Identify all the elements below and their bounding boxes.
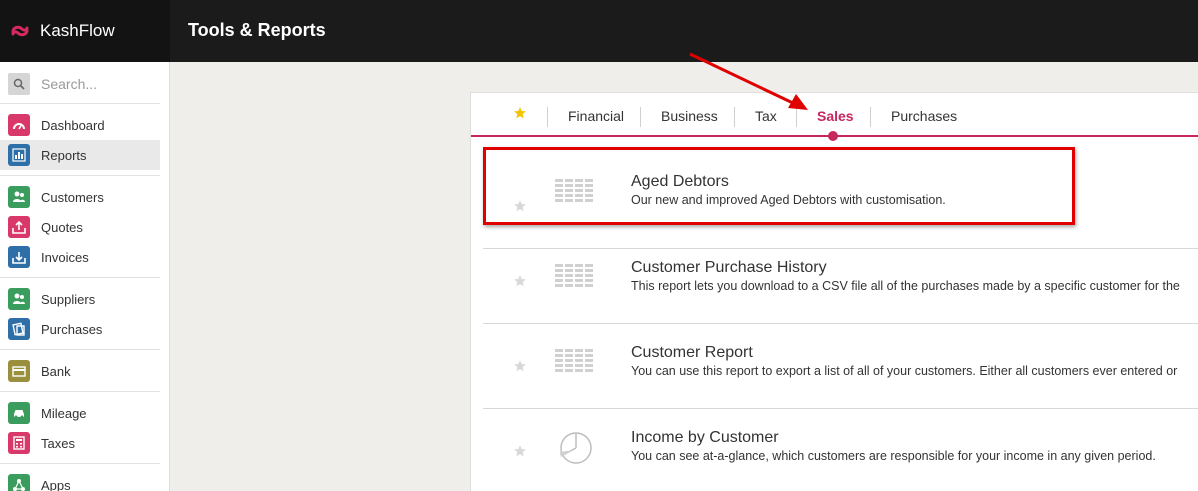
sidebar-divider — [0, 349, 160, 350]
tab-divider — [870, 107, 871, 127]
sidebar-item-label: Bank — [41, 363, 71, 379]
report-description: Our new and improved Aged Debtors with c… — [631, 193, 946, 207]
sidebar-item-label: Dashboard — [41, 117, 105, 133]
report-title: Customer Purchase History — [631, 259, 827, 276]
tab-divider — [734, 107, 735, 127]
active-tab-indicator — [828, 131, 838, 141]
car-icon — [8, 402, 30, 424]
calculator-icon — [8, 432, 30, 454]
favorites-star-icon[interactable] — [513, 106, 527, 120]
favorite-star-icon[interactable] — [513, 444, 527, 458]
sidebar-item-dashboard[interactable]: Dashboard — [0, 110, 160, 140]
report-description: This report lets you download to a CSV f… — [631, 279, 1180, 293]
sidebar-item-customers[interactable]: Customers — [0, 182, 160, 212]
sidebar-divider — [0, 463, 160, 464]
top-bar: KashFlow Tools & Reports — [0, 0, 1198, 62]
apps-network-icon — [8, 474, 30, 491]
sidebar-divider — [0, 391, 160, 392]
tab-financial[interactable]: Financial — [568, 108, 624, 124]
sidebar-item-label: Taxes — [41, 435, 75, 451]
report-row-customer-report[interactable]: Customer Report You can use this report … — [483, 325, 1198, 409]
favorite-star-icon[interactable] — [513, 199, 527, 213]
report-row-income-by-customer[interactable]: Income by Customer You can see at-a-glan… — [483, 410, 1198, 491]
sidebar-item-quotes[interactable]: Quotes — [0, 212, 160, 242]
tab-divider — [796, 107, 797, 127]
tray-download-icon — [8, 246, 30, 268]
sidebar: Dashboard Reports Customers Quotes Invoi… — [0, 62, 170, 491]
sidebar-divider — [0, 175, 160, 176]
sidebar-item-apps[interactable]: Apps — [0, 470, 160, 491]
page-title: Tools & Reports — [188, 20, 326, 40]
sidebar-item-reports[interactable]: Reports — [0, 140, 160, 170]
tab-divider — [640, 107, 641, 127]
sidebar-item-label: Apps — [41, 477, 71, 491]
report-title: Customer Report — [631, 344, 753, 361]
sidebar-divider — [0, 103, 160, 104]
sidebar-item-label: Mileage — [41, 405, 87, 421]
report-description: You can see at-a-glance, which customers… — [631, 449, 1156, 463]
table-icon — [555, 349, 593, 372]
sidebar-item-purchases[interactable]: Purchases — [0, 314, 160, 344]
favorite-star-icon[interactable] — [513, 274, 527, 288]
users-icon — [8, 288, 30, 310]
sidebar-divider — [0, 277, 160, 278]
dashboard-gauge-icon — [8, 114, 30, 136]
report-title: Income by Customer — [631, 429, 779, 446]
tab-business[interactable]: Business — [661, 108, 718, 124]
sidebar-item-label: Quotes — [41, 219, 83, 235]
favorite-star-icon[interactable] — [513, 359, 527, 373]
tray-upload-icon — [8, 216, 30, 238]
brand-name: KashFlow — [40, 21, 115, 40]
report-row-customer-purchase-history[interactable]: Customer Purchase History This report le… — [483, 240, 1198, 324]
credit-card-icon — [8, 360, 30, 382]
sidebar-item-label: Customers — [41, 189, 104, 205]
sidebar-item-label: Reports — [41, 147, 87, 163]
sidebar-item-invoices[interactable]: Invoices — [0, 242, 160, 272]
table-icon — [555, 264, 593, 287]
report-category-tabs: Financial Business Tax Sales Purchases — [471, 93, 1198, 141]
search-input[interactable] — [41, 76, 151, 92]
sidebar-item-mileage[interactable]: Mileage — [0, 398, 160, 428]
users-icon — [8, 186, 30, 208]
tab-tax[interactable]: Tax — [755, 108, 777, 124]
sidebar-item-label: Invoices — [41, 249, 89, 265]
tab-purchases[interactable]: Purchases — [891, 108, 957, 124]
search-box[interactable] — [8, 72, 160, 96]
reports-panel: Financial Business Tax Sales Purchases A… — [470, 92, 1198, 491]
report-row-aged-debtors[interactable]: Aged Debtors Our new and improved Aged D… — [483, 165, 1198, 249]
report-title: Aged Debtors — [631, 173, 729, 190]
kashflow-logo-icon — [11, 25, 29, 37]
sidebar-item-suppliers[interactable]: Suppliers — [0, 284, 160, 314]
sidebar-item-taxes[interactable]: Taxes — [0, 428, 160, 458]
sidebar-item-label: Suppliers — [41, 291, 96, 307]
report-description: You can use this report to export a list… — [631, 364, 1178, 378]
search-icon[interactable] — [8, 73, 30, 95]
tab-sales[interactable]: Sales — [817, 108, 854, 124]
receipt-icon — [8, 318, 30, 340]
brand-area[interactable]: KashFlow — [0, 0, 170, 62]
sidebar-item-label: Purchases — [41, 321, 103, 337]
sidebar-item-bank[interactable]: Bank — [0, 356, 160, 386]
table-icon — [555, 179, 593, 202]
pie-chart-icon — [560, 432, 592, 464]
tab-divider — [547, 107, 548, 127]
bar-chart-icon — [8, 144, 30, 166]
